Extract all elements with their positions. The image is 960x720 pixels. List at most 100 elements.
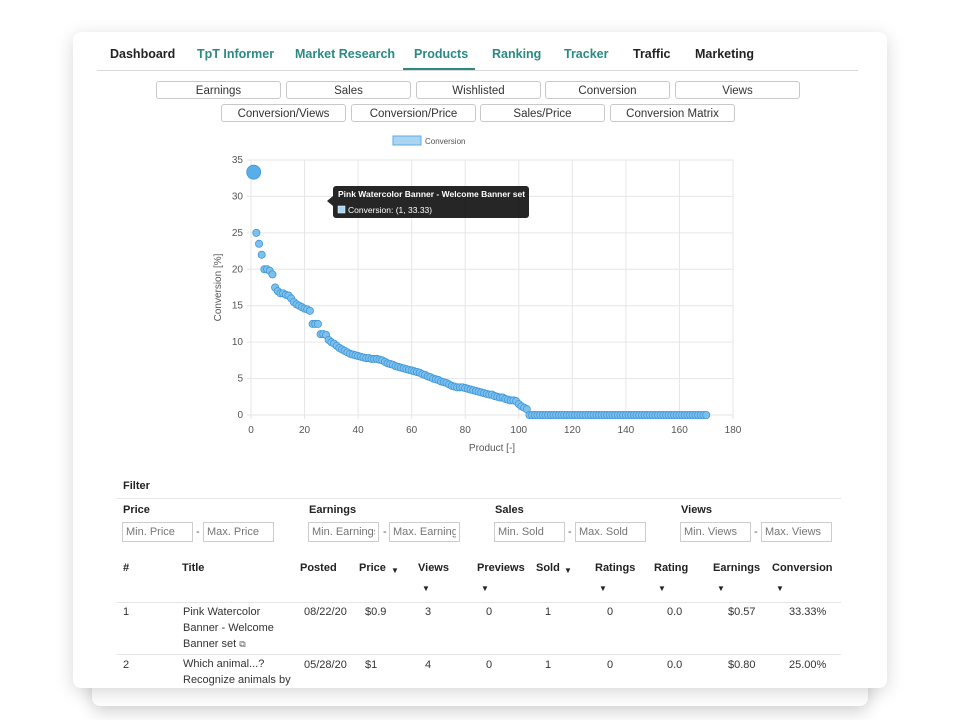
tab-products[interactable]: Products (414, 47, 468, 61)
col-ratings-header[interactable]: Ratings (595, 562, 635, 574)
x-tick-label: 40 (353, 425, 365, 436)
max-sold-input[interactable] (575, 522, 646, 542)
row-number: 2 (123, 659, 130, 671)
data-point (305, 306, 314, 315)
col-posted-header[interactable]: Posted (300, 562, 337, 574)
data-point (255, 239, 264, 248)
row-price: $0.9 (365, 606, 387, 618)
row-conversion: 25.00% (789, 659, 827, 671)
max-earnings-input[interactable] (389, 522, 460, 542)
y-axis-label: Conversion [%] (213, 253, 224, 321)
main-nav: Dashboard TpT Informer Market Research P… (97, 32, 858, 71)
row-sold: 1 (545, 659, 552, 671)
sales-price-button[interactable]: Sales/Price (480, 104, 605, 122)
tab-traffic[interactable]: Traffic (633, 47, 671, 61)
views-range-dash: - (754, 526, 758, 538)
conversion-matrix-button[interactable]: Conversion Matrix (610, 104, 735, 122)
row-number: 1 (123, 606, 130, 618)
views-button[interactable]: Views (675, 81, 800, 99)
row-title[interactable]: Which animal...? Recognize animals by (183, 656, 293, 688)
products-panel: Dashboard TpT Informer Market Research P… (73, 32, 887, 688)
rating-sort-icon[interactable]: ▼ (658, 584, 666, 593)
data-point (702, 410, 711, 419)
legend-swatch (392, 135, 422, 146)
y-tick-label: 20 (232, 264, 244, 275)
wishlisted-button[interactable]: Wishlisted (416, 81, 541, 99)
earnings-sort-icon[interactable]: ▼ (717, 584, 725, 593)
col-views-header[interactable]: Views (418, 562, 449, 574)
max-views-input[interactable] (761, 522, 832, 542)
max-price-input[interactable] (203, 522, 274, 542)
y-tick-label: 0 (237, 410, 243, 421)
row-earnings: $0.57 (728, 606, 756, 618)
conversion-button[interactable]: Conversion (545, 81, 670, 99)
row-price: $1 (365, 659, 378, 671)
row-posted: 05/28/20 (304, 659, 347, 671)
row-title[interactable]: Pink Watercolor Banner - Welcome Banner se… (183, 604, 293, 652)
row-ratings: 0 (607, 659, 614, 671)
row-ratings: 0 (607, 606, 614, 618)
row-rating: 0.0 (667, 659, 683, 671)
y-tick-label: 15 (232, 301, 244, 312)
header-divider (117, 602, 841, 603)
x-tick-label: 160 (671, 425, 688, 436)
x-tick-label: 120 (564, 425, 581, 436)
y-tick-label: 30 (232, 191, 244, 202)
tab-tracker[interactable]: Tracker (564, 47, 608, 61)
sales-filter-label: Sales (495, 504, 524, 516)
x-tick-label: 180 (725, 425, 742, 436)
data-point (246, 164, 262, 180)
col-conversion-header[interactable]: Conversion (772, 562, 833, 574)
col-title-header[interactable]: Title (182, 562, 204, 574)
price-range-dash: - (196, 526, 200, 538)
tab-tpt-informer[interactable]: TpT Informer (197, 47, 274, 61)
row-divider (117, 654, 841, 655)
tab-marketing[interactable]: Marketing (695, 47, 754, 61)
conversion-views-button[interactable]: Conversion/Views (221, 104, 346, 122)
min-price-input[interactable] (122, 522, 193, 542)
views-sort-icon[interactable]: ▼ (422, 584, 430, 593)
min-sold-input[interactable] (494, 522, 565, 542)
x-axis-label: Product [-] (469, 443, 515, 454)
x-tick-label: 20 (299, 425, 311, 436)
row-sold: 1 (545, 606, 552, 618)
x-tick-label: 140 (618, 425, 635, 436)
y-tick-label: 10 (232, 337, 244, 348)
row-conversion: 33.33% (789, 606, 827, 618)
tooltip-swatch (337, 205, 346, 214)
tab-market-research[interactable]: Market Research (295, 47, 395, 61)
col-sold-header[interactable]: Sold (536, 562, 560, 574)
col-earnings-header[interactable]: Earnings (713, 562, 760, 574)
row-views: 4 (425, 659, 432, 671)
col-number-header: # (123, 562, 130, 574)
x-tick-label: 80 (460, 425, 472, 436)
external-link-icon[interactable]: ⧉ (239, 639, 245, 649)
tab-dashboard[interactable]: Dashboard (110, 47, 175, 61)
data-point (313, 319, 322, 328)
ratings-sort-icon[interactable]: ▼ (599, 584, 607, 593)
row-previews: 0 (486, 659, 493, 671)
conversion-sort-icon[interactable]: ▼ (776, 584, 784, 593)
row-posted: 08/22/20 (304, 606, 347, 618)
tooltip-pointer (327, 196, 333, 206)
y-tick-label: 35 (232, 155, 244, 166)
tab-ranking[interactable]: Ranking (492, 47, 541, 61)
earnings-button[interactable]: Earnings (156, 81, 281, 99)
col-previews-header[interactable]: Previews (477, 562, 525, 574)
sales-button[interactable]: Sales (286, 81, 411, 99)
min-views-input[interactable] (680, 522, 751, 542)
sales-range-dash: - (568, 526, 572, 538)
previews-sort-icon[interactable]: ▼ (481, 584, 489, 593)
min-earnings-input[interactable] (308, 522, 379, 542)
sold-sort-icon[interactable]: ▼ (564, 566, 572, 575)
conversion-price-button[interactable]: Conversion/Price (351, 104, 476, 122)
active-tab-indicator (403, 68, 475, 70)
price-sort-icon[interactable]: ▼ (391, 566, 399, 575)
col-rating-header[interactable]: Rating (654, 562, 688, 574)
col-price-header[interactable]: Price (359, 562, 386, 574)
row-rating: 0.0 (667, 606, 683, 618)
x-tick-label: 100 (510, 425, 527, 436)
price-filter-label: Price (123, 504, 150, 516)
tooltip-text: Conversion: (1, 33.33) (348, 205, 432, 215)
conversion-scatter-chart: 0 5 10 15 20 25 30 35 0 20 40 60 80 100 120 140 160 180 Pr… (213, 135, 742, 454)
